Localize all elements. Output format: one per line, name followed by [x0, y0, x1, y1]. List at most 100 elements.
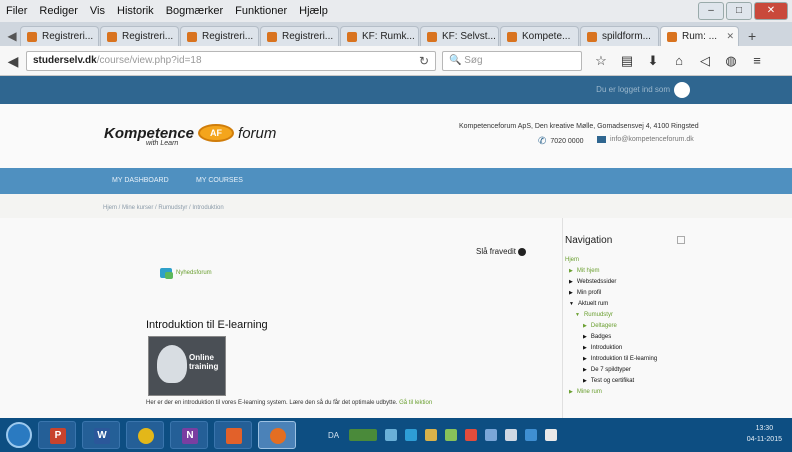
menu-help[interactable]: Hjælp — [299, 5, 328, 17]
office-icon — [226, 428, 242, 444]
tray-icon[interactable] — [445, 429, 458, 441]
volume-icon[interactable] — [545, 429, 558, 441]
browser-tab[interactable]: KF: Rumk... — [340, 26, 419, 46]
taskbar-clock[interactable]: 13:30 04-11-2015 — [747, 423, 782, 445]
logo-left-text: Kompetence — [104, 124, 195, 142]
menu-tools[interactable]: Funktioner — [235, 5, 287, 17]
nav-item-my-profile[interactable]: ▶ Min profil — [569, 290, 601, 296]
menu-edit[interactable]: Rediger — [39, 5, 78, 17]
online-training-image: Online training — [148, 336, 226, 396]
nav-item-waste-types[interactable]: ▶ De 7 spildtyper — [583, 367, 631, 373]
tab-label: Registreri... — [42, 31, 94, 42]
nav-item-my-rooms[interactable]: ▶ Mine rum — [569, 389, 602, 395]
edit-mode-toggle[interactable]: Slå fravedit — [476, 247, 527, 256]
menu-file[interactable]: Filer — [6, 5, 27, 17]
edit-mode-label: Slå fravedit — [476, 247, 517, 256]
browser-tab[interactable]: KF: Selvst... — [420, 26, 499, 46]
favicon-icon — [107, 31, 117, 42]
news-forum-link[interactable]: Nyhedsforum — [160, 268, 212, 279]
close-button[interactable]: ✕ — [754, 2, 788, 20]
taskbar-app-office[interactable] — [214, 421, 252, 449]
browser-tab-active[interactable]: Rum: ... ✕ — [660, 26, 739, 46]
company-address: Kompetenceforum ApS, Den kreative Mølle,… — [459, 123, 699, 130]
nav-item-label: Badges — [590, 334, 612, 340]
main-navigation: MY DASHBOARD MY COURSES — [0, 168, 792, 194]
hamburger-menu-icon[interactable]: ≡ — [746, 51, 768, 71]
address-bar[interactable]: studerselv.dk/course/view.php?id=18 ↻ — [26, 50, 436, 71]
menu-history[interactable]: Historik — [117, 5, 154, 17]
nav-item-intro-elearning[interactable]: ▶ Introduktion til E-learning — [583, 356, 657, 362]
nav-item-room[interactable]: ▼ Rumudstyr — [575, 312, 613, 318]
site-logo[interactable]: Kompetence AF forum — [104, 124, 276, 142]
bookmark-star-icon[interactable]: ☆ — [590, 51, 612, 71]
browser-tab[interactable]: Registreri... — [100, 26, 179, 46]
favicon-icon — [587, 31, 597, 42]
tray-icon[interactable] — [405, 429, 418, 441]
favicon-icon — [267, 31, 277, 42]
forum-icon — [160, 268, 173, 279]
toolbar-icons: ☆ ▤ ⬇ ⌂ ◁ ◍ ≡ — [590, 51, 768, 71]
taskbar-app-word[interactable]: W — [82, 421, 120, 449]
browser-tab[interactable]: Registreri... — [20, 26, 99, 46]
nav-item-label: Introduktion — [590, 345, 623, 351]
intro-link[interactable]: Gå til lektion — [399, 400, 432, 406]
tray-icon[interactable] — [425, 429, 438, 441]
download-icon[interactable]: ⬇ — [642, 51, 664, 71]
taskbar-app-onenote[interactable]: N — [170, 421, 208, 449]
back-arrow-icon[interactable]: ◀ — [0, 50, 26, 72]
nav-item-participants[interactable]: ▶ Deltagere — [583, 323, 617, 329]
close-tab-icon[interactable]: ✕ — [726, 31, 734, 42]
reload-icon[interactable]: ↻ — [419, 54, 429, 68]
nav-item-introduction[interactable]: ▶ Introduktion — [583, 345, 622, 351]
nav-my-courses[interactable]: MY COURSES — [196, 177, 243, 184]
tab-label: Registreri... — [122, 31, 174, 42]
browser-tab[interactable]: Kompete... — [500, 26, 579, 46]
nav-item-label: Test og certifikat — [590, 378, 635, 384]
taskbar-app-chrome[interactable] — [126, 421, 164, 449]
minimize-button[interactable]: – — [698, 2, 724, 20]
new-tab-button[interactable]: + — [748, 26, 756, 46]
maximize-button[interactable]: □ — [726, 2, 752, 20]
nav-item-site-pages[interactable]: ▶ Webstedssider — [569, 279, 616, 285]
nav-my-dashboard[interactable]: MY DASHBOARD — [112, 177, 169, 184]
start-button[interactable] — [6, 422, 32, 448]
mail-icon — [597, 136, 606, 143]
browser-tab[interactable]: spildform... — [580, 26, 659, 46]
nav-item-test-certificate[interactable]: ▶ Test og certifikat — [583, 378, 634, 384]
user-avatar[interactable] — [674, 82, 690, 98]
tray-icon[interactable] — [525, 429, 538, 441]
tray-icon[interactable] — [485, 429, 498, 441]
nav-item-my-home[interactable]: ▶ Mit hjem — [569, 268, 600, 274]
tab-scroll-left-icon[interactable]: ◀ — [4, 26, 20, 46]
browser-tab[interactable]: Registreri... — [260, 26, 339, 46]
triangle-right-icon: ▶ — [583, 367, 587, 373]
image-caption: Online training — [189, 353, 219, 371]
search-input[interactable]: 🔍 Søg — [442, 50, 582, 71]
browser-tab[interactable]: Registreri... — [180, 26, 259, 46]
nav-item-home[interactable]: Hjem — [565, 257, 579, 263]
email-contact[interactable]: info@kompetenceforum.dk — [597, 136, 694, 143]
tray-icon[interactable] — [505, 429, 518, 441]
taskbar-app-firefox[interactable] — [258, 421, 296, 449]
block-collapse-icon[interactable] — [677, 236, 685, 244]
clock-date: 04-11-2015 — [746, 436, 782, 443]
reading-list-icon[interactable]: ▤ — [616, 51, 638, 71]
home-icon[interactable]: ⌂ — [668, 51, 690, 71]
menu-view[interactable]: Vis — [90, 5, 105, 17]
breadcrumb[interactable]: Hjem / Mine kurser / Rumudstyr / Introdu… — [103, 205, 224, 211]
tray-icon[interactable] — [385, 429, 398, 441]
system-tray: DA 13:30 04-11-2015 — [328, 421, 792, 449]
login-status-text: Du er logget ind som — [596, 85, 670, 94]
tray-icon[interactable] — [465, 429, 478, 441]
send-icon[interactable]: ◁ — [694, 51, 716, 71]
network-status-icon[interactable] — [349, 429, 378, 441]
onenote-icon: N — [182, 428, 198, 444]
nav-item-current-room[interactable]: ▼ Aktuelt rum — [569, 301, 608, 307]
taskbar-app-powerpoint[interactable]: P — [38, 421, 76, 449]
nav-item-badges[interactable]: ▶ Badges — [583, 334, 611, 340]
favicon-icon — [187, 31, 197, 42]
firefox-icon — [270, 428, 286, 444]
language-indicator[interactable]: DA — [328, 431, 339, 440]
menu-bookmarks[interactable]: Bogmærker — [166, 5, 223, 17]
addons-icon[interactable]: ◍ — [720, 51, 742, 71]
